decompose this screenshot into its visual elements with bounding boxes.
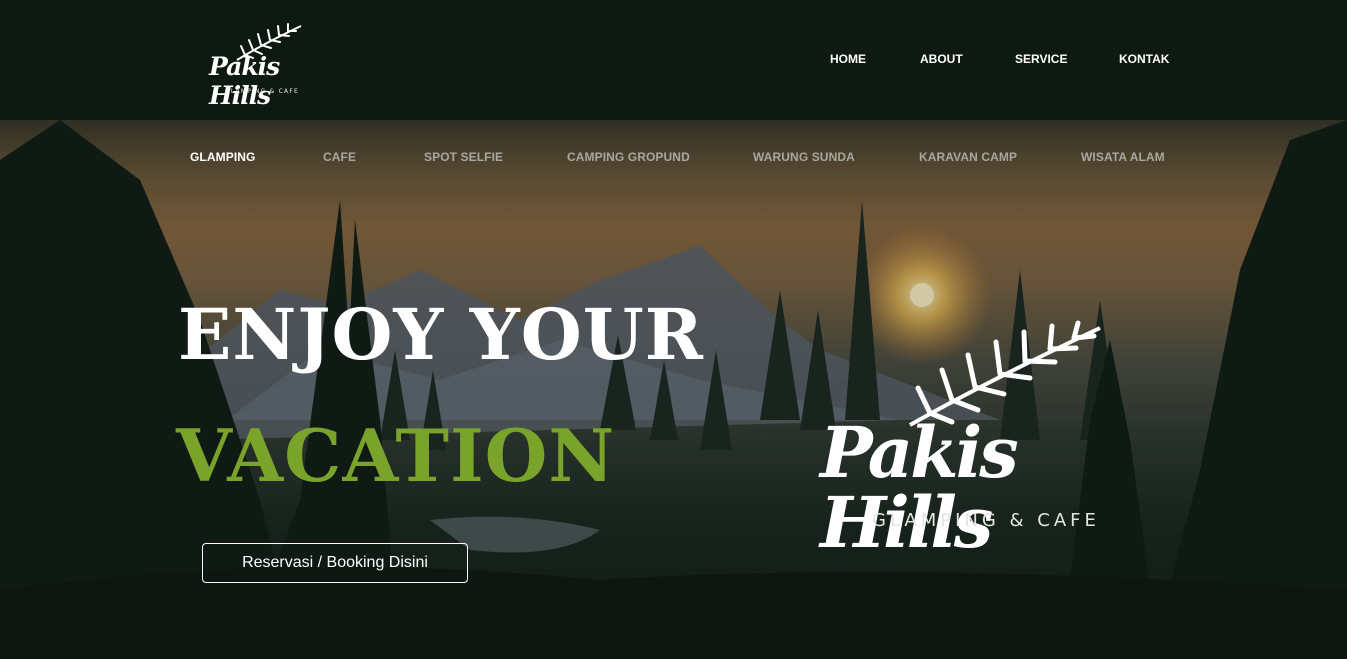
site-header: Pakis Hills GLAMPING & CAFE HOME ABOUT S… [0, 0, 1347, 120]
hero-logo-text: Pakis Hills [820, 411, 1019, 564]
category-nav: GLAMPING CAFE SPOT SELFIE CAMPING GROPUN… [0, 150, 1347, 166]
nav-service[interactable]: SERVICE [1015, 52, 1067, 66]
hero-logo-subtitle: GLAMPING & CAFE [872, 510, 1100, 531]
logo-subtitle: GLAMPING & CAFE [225, 88, 299, 95]
hero-section: GLAMPING CAFE SPOT SELFIE CAMPING GROPUN… [0, 120, 1347, 659]
nav-home[interactable]: HOME [830, 52, 866, 66]
nav-kontak[interactable]: KONTAK [1119, 52, 1169, 66]
nav-about[interactable]: ABOUT [920, 52, 963, 66]
tab-cafe[interactable]: CAFE [323, 150, 356, 164]
main-nav: HOME ABOUT SERVICE KONTAK [0, 52, 1347, 70]
tab-glamping[interactable]: GLAMPING [190, 150, 255, 164]
tab-wisata-alam[interactable]: WISATA ALAM [1081, 150, 1165, 164]
tab-camping-ground[interactable]: CAMPING GROPUND [567, 150, 690, 164]
tab-warung-sunda[interactable]: WARUNG SUNDA [753, 150, 855, 164]
hero-headline-line1: ENJOY YOUR [178, 293, 704, 376]
tab-karavan-camp[interactable]: KARAVAN CAMP [919, 150, 1017, 164]
hero-logo: Pakis Hills GLAMPING & CAFE [820, 320, 1170, 558]
tab-spot-selfie[interactable]: SPOT SELFIE [424, 150, 503, 164]
booking-button[interactable]: Reservasi / Booking Disini [202, 543, 468, 583]
hero-headline-line2: VACATION [176, 413, 616, 498]
